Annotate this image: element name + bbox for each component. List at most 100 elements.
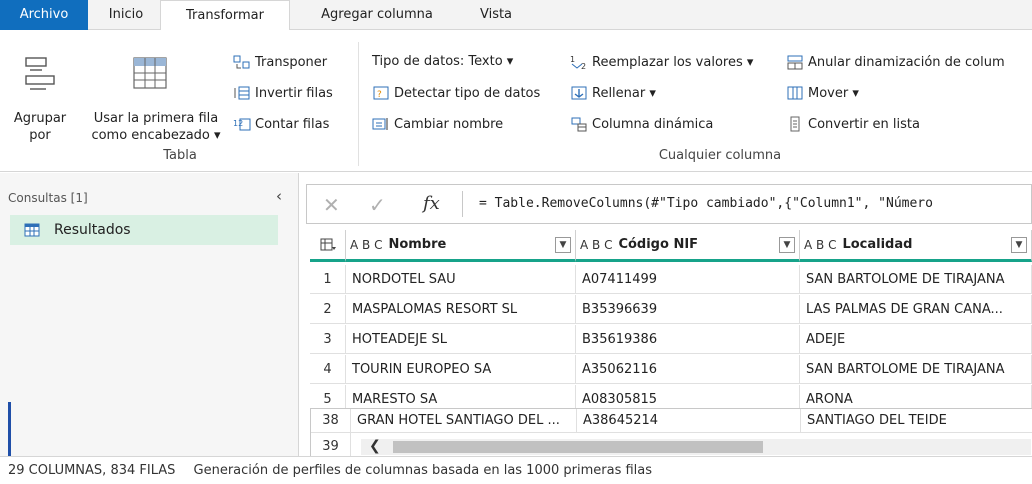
move-label: Mover ▾ (808, 85, 859, 101)
queries-pane: Consultas [1] ‹ Resultados (0, 173, 299, 456)
cell-nombre[interactable]: TOURIN EUROPEO SA (346, 355, 576, 384)
table-icon (320, 238, 336, 250)
detect-type-icon: ? (373, 86, 389, 100)
cell-nombre[interactable]: GRAN HOTEL SANTIAGO DEL ... (351, 409, 577, 433)
text-type-icon[interactable]: A B C (350, 238, 382, 252)
cell-codigo-nif[interactable]: A38645214 (577, 409, 801, 433)
table-row[interactable]: 3 HOTEADEJE SL B35619386 ADEJE (310, 325, 1032, 354)
detect-type-button[interactable]: ? Detectar tipo de datos (372, 85, 540, 101)
column-header-label: Localidad (842, 237, 913, 252)
tab-agregar-columna[interactable]: Agregar columna (306, 0, 448, 30)
svg-text:2: 2 (581, 62, 586, 70)
reverse-rows-label: Invertir filas (255, 85, 333, 101)
text-type-icon[interactable]: A B C (580, 238, 612, 252)
column-header-nombre[interactable]: A B C Nombre ▼ (346, 230, 576, 262)
fill-down-icon (571, 86, 587, 100)
column-header-codigo-nif[interactable]: A B C Código NIF ▼ (576, 230, 800, 262)
group-by-button[interactable]: Agrupar por (10, 110, 70, 144)
chevron-down-icon[interactable]: ▼ (779, 237, 795, 253)
rename-button[interactable]: Cambiar nombre (372, 116, 503, 132)
tab-inicio[interactable]: Inicio (100, 0, 152, 30)
cancel-formula-icon[interactable]: ✕ (323, 193, 340, 217)
svg-text:12: 12 (233, 119, 243, 128)
list-icon (790, 116, 800, 132)
replace-values-button[interactable]: 12 Reemplazar los valores ▾ (570, 54, 754, 71)
query-item-resultados[interactable]: Resultados (10, 215, 278, 245)
column-header-label: Código NIF (618, 237, 699, 252)
count-rows-icon: 12 (233, 118, 251, 131)
tab-vista[interactable]: Vista (470, 0, 522, 30)
table-row[interactable]: 1 NORDOTEL SAU A07411499 SAN BARTOLOME D… (310, 265, 1032, 294)
formula-input[interactable]: = Table.RemoveColumns(#"Tipo cambiado",{… (479, 196, 933, 211)
row-number: 38 (311, 409, 351, 433)
status-bar: 29 COLUMNAS, 834 FILAS Generación de per… (0, 456, 1032, 484)
replace-values-icon: 12 (570, 55, 586, 70)
table-icon (24, 223, 40, 237)
fx-icon[interactable]: fx (423, 193, 440, 214)
cell-localidad[interactable]: SAN BARTOLOME DE TIRAJANA (800, 265, 1032, 294)
reverse-rows-button[interactable]: Invertir filas (233, 85, 333, 101)
fill-button[interactable]: Rellenar ▾ (570, 85, 656, 101)
unpivot-button[interactable]: Anular dinamización de colum (786, 54, 1005, 70)
data-type-label: Tipo de datos: Texto ▾ (372, 54, 514, 69)
row-number: 39 (311, 433, 351, 457)
commit-formula-icon[interactable]: ✓ (369, 193, 386, 217)
cell-nombre[interactable]: NORDOTEL SAU (346, 265, 576, 294)
scrollbar-thumb[interactable] (393, 441, 763, 453)
tab-archivo[interactable]: Archivo (0, 0, 88, 30)
use-first-row-button[interactable]: Usar la primera fila como encabezado ▾ (80, 110, 232, 144)
fill-label: Rellenar ▾ (592, 85, 656, 101)
chevron-down-icon[interactable]: ▼ (1011, 237, 1027, 253)
unpivot-icon (787, 55, 803, 70)
cell-localidad[interactable]: ADEJE (800, 325, 1032, 354)
cell-localidad[interactable]: LAS PALMAS DE GRAN CANA... (800, 295, 1032, 324)
table-menu-button[interactable] (310, 230, 346, 262)
scroll-left-icon[interactable]: ❮ (369, 438, 381, 454)
detect-type-label: Detectar tipo de datos (394, 85, 541, 101)
cell-codigo-nif[interactable]: A07411499 (576, 265, 800, 294)
data-type-dropdown[interactable]: Tipo de datos: Texto ▾ (372, 54, 513, 69)
cell-codigo-nif[interactable]: B35396639 (576, 295, 800, 324)
table-row[interactable]: 4 TOURIN EUROPEO SA A35062116 SAN BARTOL… (310, 355, 1032, 384)
table-row[interactable]: 2 MASPALOMAS RESORT SL B35396639 LAS PAL… (310, 295, 1032, 324)
svg-text:1: 1 (570, 55, 575, 64)
transpose-icon (233, 55, 250, 69)
ribbon-tabs: Archivo Inicio Transformar Agregar colum… (0, 0, 1032, 31)
pivot-column-button[interactable]: Columna dinámica (570, 116, 713, 132)
row-number: 2 (310, 295, 346, 324)
replace-values-label: Reemplazar los valores ▾ (592, 54, 754, 70)
cell-localidad[interactable]: SANTIAGO DEL TEIDE (801, 409, 1032, 433)
cell-localidad[interactable]: SAN BARTOLOME DE TIRAJANA (800, 355, 1032, 384)
collapse-pane-icon[interactable]: ‹ (276, 187, 282, 205)
chevron-down-icon[interactable]: ▼ (555, 237, 571, 253)
rename-label: Cambiar nombre (394, 116, 504, 132)
column-header-localidad[interactable]: A B C Localidad ▼ (800, 230, 1032, 262)
formula-separator (462, 191, 463, 217)
text-type-icon[interactable]: A B C (804, 238, 836, 252)
horizontal-scrollbar[interactable]: ❮ (361, 438, 1031, 455)
cell-nombre[interactable]: MASPALOMAS RESORT SL (346, 295, 576, 324)
accent-bar (8, 402, 11, 458)
convert-to-list-label: Convertir en lista (808, 116, 920, 132)
unpivot-label: Anular dinamización de colum (808, 54, 1005, 70)
group-label-tabla: Tabla (163, 148, 197, 163)
cell-codigo-nif[interactable]: A35062116 (576, 355, 800, 384)
table-row[interactable]: 38 GRAN HOTEL SANTIAGO DEL ... A38645214… (311, 409, 1032, 433)
cell-nombre[interactable]: HOTEADEJE SL (346, 325, 576, 354)
tab-transformar[interactable]: Transformar (160, 0, 290, 31)
svg-text:?: ? (377, 90, 382, 100)
move-button[interactable]: Mover ▾ (786, 85, 859, 101)
row-number: 3 (310, 325, 346, 354)
row-number: 1 (310, 265, 346, 294)
transpose-button[interactable]: Transponer (233, 54, 327, 70)
use-first-row-icon (133, 57, 167, 89)
convert-to-list-button[interactable]: Convertir en lista (786, 116, 920, 132)
count-rows-label: Contar filas (255, 116, 330, 132)
rename-icon (372, 118, 388, 130)
scrolled-grid-fragment: 38 GRAN HOTEL SANTIAGO DEL ... A38645214… (310, 408, 1032, 457)
cell-codigo-nif[interactable]: B35619386 (576, 325, 800, 354)
group-label-cualquier-columna: Cualquier columna (658, 148, 782, 163)
query-label: Resultados (54, 222, 131, 238)
count-rows-button[interactable]: 12 Contar filas (233, 116, 329, 132)
status-profile: Generación de perfiles de columnas basad… (193, 463, 653, 478)
